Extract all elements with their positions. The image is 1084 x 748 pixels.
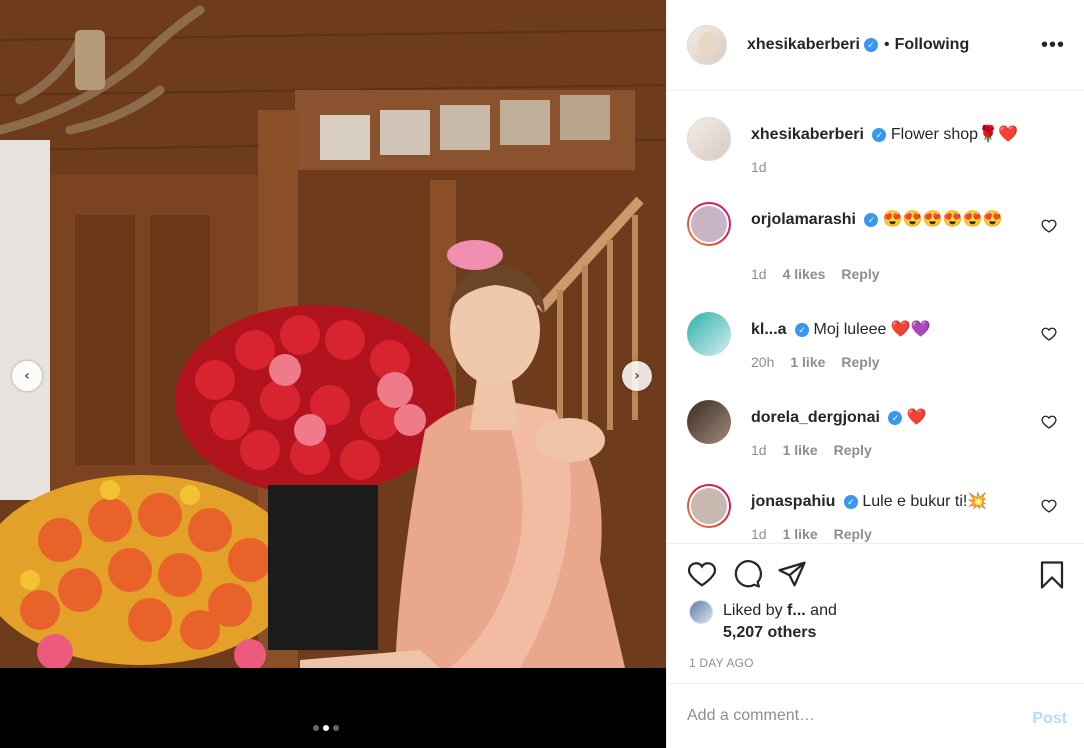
comment-likes[interactable]: 4 likes <box>783 266 826 282</box>
comment-text: dorela_dergjonai ✓ ❤️ <box>751 406 1031 430</box>
heart-icon[interactable] <box>1041 498 1057 514</box>
share-icon[interactable] <box>777 559 807 589</box>
liked-by: Liked by f... and 5,207 others <box>689 600 1049 644</box>
chevron-right-icon: › <box>634 368 640 384</box>
post-timestamp[interactable]: 1 DAY AGO <box>689 656 754 670</box>
comment-text: orjolamarashi ✓ 😍😍😍😍😍😍 <box>751 208 1031 232</box>
header-separator: • <box>883 36 890 53</box>
heart-icon[interactable] <box>1041 218 1057 234</box>
carousel-next-button[interactable]: › <box>622 361 652 391</box>
comment-body: Lule e bukur ti!💥 <box>862 493 988 510</box>
following-button[interactable]: Following <box>895 36 970 54</box>
caption-body: Flower shop <box>890 126 979 143</box>
comment-meta: 20h 1 like Reply <box>751 354 880 370</box>
instagram-post-modal: ‹ › xhesikaberberi ✓ • Following ••• xhe <box>0 0 1084 748</box>
comment-avatar[interactable] <box>687 400 731 444</box>
heart-icon[interactable] <box>687 559 717 589</box>
carousel-prev-button[interactable]: ‹ <box>12 361 42 391</box>
caption-emoji: 🌹❤️ <box>978 126 1018 143</box>
caption-meta: 1d <box>751 159 767 175</box>
liker-avatar[interactable] <box>689 600 713 624</box>
author-username[interactable]: xhesikaberberi <box>747 36 860 54</box>
carousel-dot <box>333 725 339 731</box>
carousel-indicator <box>313 725 339 731</box>
action-buttons <box>687 559 807 589</box>
comment-input[interactable] <box>687 707 1007 725</box>
verified-badge-icon: ✓ <box>863 38 878 52</box>
comment-avatar[interactable] <box>687 312 731 356</box>
chevron-left-icon: ‹ <box>24 368 30 384</box>
comment-icon[interactable] <box>731 559 763 589</box>
comment-time: 1d <box>751 266 767 282</box>
post-photo[interactable] <box>0 0 666 668</box>
liked-and: and <box>810 602 837 619</box>
bookmark-icon <box>1040 561 1064 589</box>
comment-meta: 1d 4 likes Reply <box>751 266 880 282</box>
reply-button[interactable]: Reply <box>841 354 879 370</box>
comment-meta: 1d 1 like Reply <box>751 442 872 458</box>
verified-badge-icon: ✓ <box>795 322 810 337</box>
verified-badge-icon: ✓ <box>864 212 879 227</box>
comment-username[interactable]: kl...a <box>751 321 787 338</box>
more-options-icon[interactable]: ••• <box>1041 35 1065 55</box>
liked-prefix: Liked by <box>723 602 788 619</box>
comment-username[interactable]: jonaspahiu <box>751 493 835 510</box>
post-side-panel: xhesikaberberi ✓ • Following ••• xhesika… <box>666 0 1084 748</box>
comment-avatar[interactable] <box>687 202 731 246</box>
caption-username[interactable]: xhesikaberberi <box>751 126 864 143</box>
verified-badge-icon: ✓ <box>888 410 903 425</box>
likes-count[interactable]: 5,207 others <box>723 624 816 641</box>
carousel-dot-active <box>323 725 329 731</box>
comment-avatar[interactable] <box>687 484 731 528</box>
caption-text: xhesikaberberi ✓ Flower shop🌹❤️ <box>751 123 1031 147</box>
reply-button[interactable]: Reply <box>834 442 872 458</box>
save-button[interactable] <box>1037 559 1067 591</box>
comment-username[interactable]: orjolamarashi <box>751 211 856 228</box>
comment-likes[interactable]: 1 like <box>783 442 818 458</box>
comments-list[interactable]: xhesikaberberi ✓ Flower shop🌹❤️ 1d orjol… <box>667 92 1084 543</box>
comment-time: 20h <box>751 354 775 370</box>
comment-text: jonaspahiu ✓ Lule e bukur ti!💥 <box>751 490 1031 514</box>
caption-avatar[interactable] <box>687 117 731 161</box>
liked-by-text: Liked by f... and 5,207 others <box>723 600 837 644</box>
liked-by-user[interactable]: f... <box>787 602 806 619</box>
reply-button[interactable]: Reply <box>834 526 872 542</box>
heart-icon[interactable] <box>1041 326 1057 342</box>
comment-likes[interactable]: 1 like <box>790 354 825 370</box>
author-avatar[interactable] <box>687 25 727 65</box>
photo-illustration <box>0 0 666 668</box>
comment-meta: 1d 1 like Reply <box>751 526 872 542</box>
verified-badge-icon: ✓ <box>872 127 887 142</box>
post-actions: Liked by f... and 5,207 others 1 DAY AGO <box>667 543 1084 683</box>
add-comment-bar: Post <box>667 683 1084 748</box>
reply-button[interactable]: Reply <box>841 266 879 282</box>
post-comment-button[interactable]: Post <box>1032 710 1067 728</box>
verified-badge-icon: ✓ <box>843 494 858 509</box>
caption-time: 1d <box>751 159 767 175</box>
post-media: ‹ › <box>0 0 666 748</box>
post-header: xhesikaberberi ✓ • Following ••• <box>667 0 1084 91</box>
carousel-dot <box>313 725 319 731</box>
comment-username[interactable]: dorela_dergjonai <box>751 409 880 426</box>
comment-time: 1d <box>751 442 767 458</box>
comment-body: 😍😍😍😍😍😍 <box>882 211 1003 228</box>
comment-text: kl...a ✓ Moj luleee ❤️💜 <box>751 318 1031 342</box>
heart-icon[interactable] <box>1041 414 1057 430</box>
comment-likes[interactable]: 1 like <box>783 526 818 542</box>
comment-body: Moj luleee ❤️💜 <box>813 321 931 338</box>
media-letterbox <box>0 668 666 748</box>
comment-time: 1d <box>751 526 767 542</box>
comment-body: ❤️ <box>906 409 927 426</box>
